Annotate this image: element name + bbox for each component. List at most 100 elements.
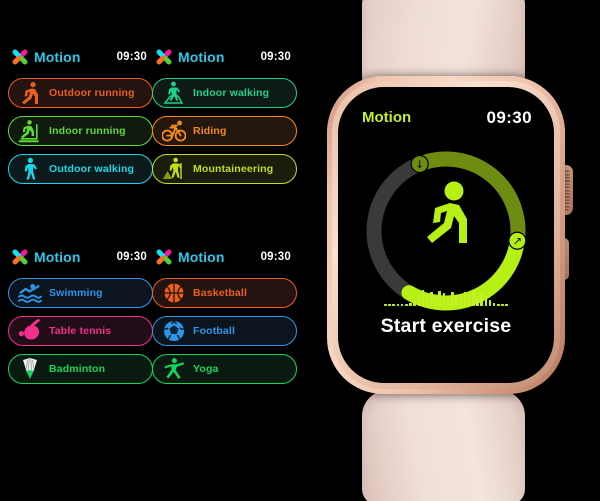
activity-label: Riding	[193, 125, 227, 137]
activity-item-indoor-walking[interactable]: Indoor walking	[152, 78, 297, 108]
waveform-bar	[392, 304, 395, 306]
screen-time: 09:30	[260, 251, 291, 263]
treadmill-icon	[13, 119, 47, 143]
app-screen-2: Motion 09:30 Indoor walking Riding Mount…	[152, 44, 297, 184]
screen-title: Motion	[34, 249, 81, 265]
screen-time: 09:30	[116, 251, 147, 263]
screen-header: Motion 09:30	[8, 44, 153, 70]
app-screen-3: Motion 09:30 Swimming Table tennis Badmi…	[8, 244, 153, 384]
screen-title: Motion	[178, 49, 225, 65]
waveform-bar	[455, 295, 458, 306]
screen-header: Motion 09:30	[8, 244, 153, 270]
app-screen-1: Motion 09:30 Outdoor running Indoor runn…	[8, 44, 153, 184]
watch-screen: Motion 09:30 ↗ ↓ Start exercise	[338, 87, 554, 383]
waveform-bar	[471, 291, 475, 306]
activity-label: Football	[193, 325, 236, 337]
activity-label: Indoor walking	[193, 87, 270, 99]
motion-x-logo-icon	[10, 248, 29, 267]
walking-person-icon	[13, 157, 47, 181]
app-screen-4: Motion 09:30 Basketball Football Yoga	[152, 244, 297, 384]
waveform-bar	[400, 304, 404, 306]
waveform-bar	[396, 304, 400, 306]
activity-label: Basketball	[193, 287, 248, 299]
activity-label: Yoga	[193, 363, 219, 375]
screen-time: 09:30	[116, 51, 147, 63]
screen-header: Motion 09:30	[152, 244, 297, 270]
waveform-bar	[421, 290, 425, 306]
screen-time: 09:30	[260, 51, 291, 63]
activity-item-football[interactable]: Football	[152, 316, 297, 346]
motion-x-logo-icon	[154, 48, 173, 67]
activity-label: Swimming	[49, 287, 103, 299]
activity-label: Indoor running	[49, 125, 126, 137]
smartwatch: Motion 09:30 ↗ ↓ Start exercise	[305, 0, 600, 501]
waveform-bar	[438, 291, 442, 306]
waveform-bar	[497, 304, 500, 306]
start-exercise-label[interactable]: Start exercise	[338, 315, 554, 338]
activity-item-outdoor-walking[interactable]: Outdoor walking	[8, 154, 153, 184]
activity-item-riding[interactable]: Riding	[152, 116, 297, 146]
waveform-bar	[388, 304, 391, 306]
ring-end-marker: ↓	[410, 154, 429, 174]
soccer-ball-icon	[157, 319, 191, 343]
activity-label: Badminton	[49, 363, 106, 375]
waveform-bar	[505, 304, 509, 306]
activity-label: Outdoor walking	[49, 163, 135, 175]
waveform-bar	[488, 300, 492, 306]
waveform-bar	[480, 293, 483, 306]
ping-pong-paddle-icon	[13, 319, 47, 343]
waveform-bar	[467, 294, 471, 306]
activity-item-swimming[interactable]: Swimming	[8, 278, 153, 308]
running-person-icon	[415, 181, 477, 252]
waveform-bar	[484, 296, 488, 306]
waveform-bar	[463, 292, 467, 306]
waveform-bar	[492, 303, 496, 306]
activity-item-badminton[interactable]: Badminton	[8, 354, 153, 384]
screen-title: Motion	[34, 49, 81, 65]
watch-clock: 09:30	[486, 108, 532, 127]
waveform-bar	[430, 292, 433, 306]
activity-label: Table tennis	[49, 325, 112, 337]
ring-start-marker: ↗	[508, 231, 527, 250]
waveform-bar	[459, 298, 462, 306]
activity-label: Mountaineering	[193, 163, 274, 175]
screen-header: Motion 09:30	[152, 44, 297, 70]
activity-label: Outdoor running	[49, 87, 135, 99]
activity-item-indoor-running[interactable]: Indoor running	[8, 116, 153, 146]
waveform-bar	[501, 304, 504, 306]
watch-band-bottom	[362, 390, 525, 501]
screenshot-root: Motion 09:30 Outdoor running Indoor runn…	[0, 0, 600, 501]
watch-status-bar: Motion 09:30	[338, 108, 554, 131]
activity-item-mountaineering[interactable]: Mountaineering	[152, 154, 297, 184]
basketball-icon	[157, 281, 191, 305]
waveform-bar	[417, 297, 421, 306]
swimmer-icon	[13, 281, 47, 305]
waveform-bar	[450, 292, 454, 306]
svg-text:↓: ↓	[415, 158, 424, 171]
waveform-bar	[442, 293, 446, 306]
screen-title: Motion	[178, 249, 225, 265]
motion-x-logo-icon	[154, 248, 173, 267]
shuttlecock-icon	[13, 357, 47, 381]
app-screens-grid: Motion 09:30 Outdoor running Indoor runn…	[0, 44, 300, 434]
walking-machine-icon	[157, 81, 191, 105]
waveform-bar	[413, 301, 416, 306]
activity-item-yoga[interactable]: Yoga	[152, 354, 297, 384]
watch-case: Motion 09:30 ↗ ↓ Start exercise	[327, 76, 565, 394]
waveform-bar	[446, 297, 450, 306]
activity-item-basketball[interactable]: Basketball	[152, 278, 297, 308]
yoga-pose-icon	[157, 357, 191, 381]
waveform-bar	[476, 297, 479, 306]
waveform-bar	[409, 303, 412, 306]
watch-app-title: Motion	[362, 109, 412, 126]
bicycle-icon	[157, 119, 191, 143]
activity-item-table-tennis[interactable]: Table tennis	[8, 316, 153, 346]
svg-text:↗: ↗	[513, 235, 522, 248]
runner-icon	[13, 81, 47, 105]
waveform-bar	[434, 296, 437, 306]
activity-item-outdoor-running[interactable]: Outdoor running	[8, 78, 153, 108]
waveform-bar	[404, 304, 408, 306]
waveform-bar	[425, 295, 429, 306]
waveform-bar	[383, 304, 387, 306]
motion-x-logo-icon	[10, 48, 29, 67]
